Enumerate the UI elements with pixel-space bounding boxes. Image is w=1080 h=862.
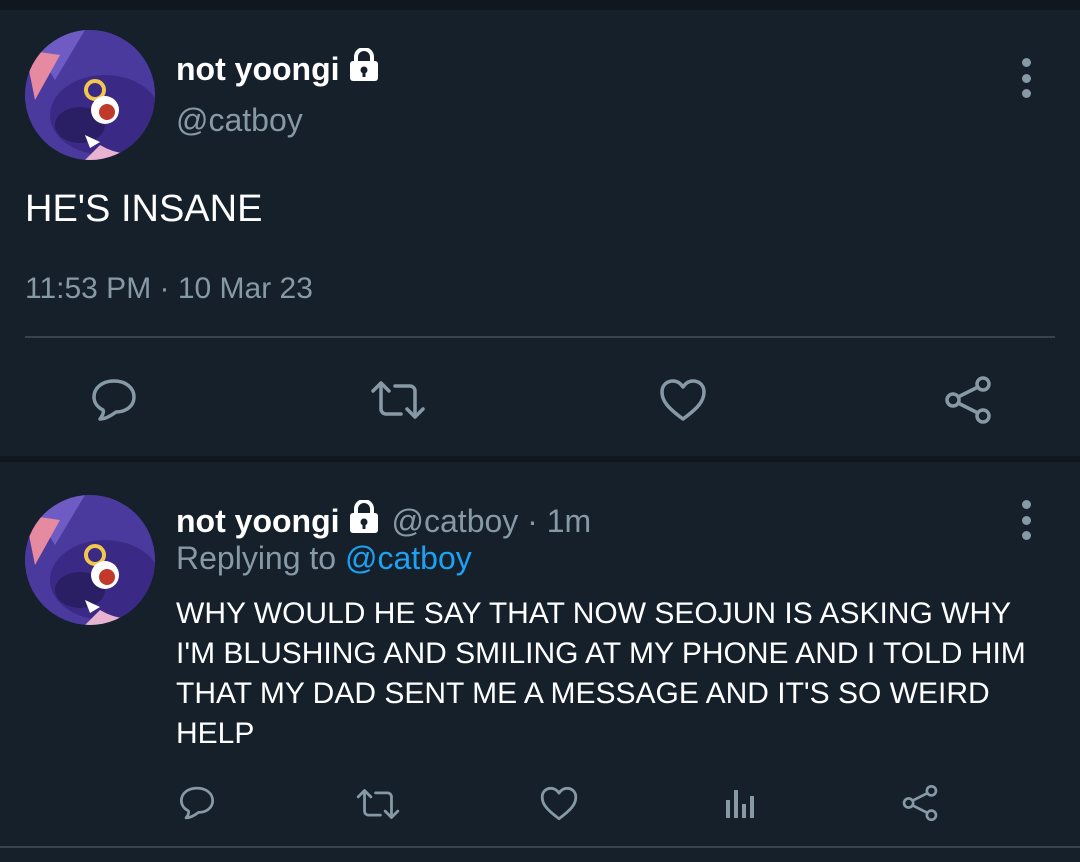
- reply-tweet-text: WHY WOULD HE SAY THAT NOW SEOJUN IS ASKI…: [176, 597, 1026, 750]
- lock-icon: [348, 47, 380, 90]
- reply-avatar[interactable]: [25, 495, 155, 625]
- display-name[interactable]: not yoongi: [176, 47, 380, 90]
- lock-icon: [348, 499, 380, 542]
- timestamp[interactable]: 11:53 PM · 10 Mar 23: [25, 272, 313, 306]
- reply-display-name[interactable]: not yoongi @catboy · 1m: [176, 499, 592, 542]
- share-icon[interactable]: [940, 372, 996, 428]
- retweet-icon[interactable]: [354, 784, 402, 824]
- like-icon[interactable]: [655, 372, 711, 428]
- reply-icon[interactable]: [86, 372, 142, 428]
- more-icon[interactable]: [1016, 500, 1036, 540]
- tweet-text: HE'S INSANE: [25, 188, 263, 230]
- avatar[interactable]: [25, 30, 155, 160]
- share-icon[interactable]: [899, 782, 941, 824]
- more-icon[interactable]: [1016, 58, 1036, 98]
- section-separator: [0, 456, 1080, 462]
- replying-to-link[interactable]: @catboy: [345, 540, 472, 576]
- replying-to-prefix: Replying to: [176, 540, 337, 576]
- handle[interactable]: @catboy: [176, 102, 303, 139]
- display-name-text[interactable]: not yoongi: [176, 51, 340, 88]
- main-tweet: not yoongi @catboy HE'S INSANE 11:53 PM …: [0, 10, 1080, 456]
- divider: [25, 336, 1055, 338]
- reply-handle-time[interactable]: @catboy · 1m: [392, 503, 592, 540]
- reply-icon[interactable]: [176, 782, 218, 824]
- replying-to: Replying to @catboy: [176, 540, 472, 577]
- retweet-icon[interactable]: [368, 374, 428, 426]
- like-icon[interactable]: [537, 782, 581, 824]
- reply-display-name-text[interactable]: not yoongi: [176, 503, 340, 540]
- analytics-icon[interactable]: [718, 782, 760, 824]
- top-bar: [0, 0, 1080, 10]
- divider: [0, 846, 1080, 848]
